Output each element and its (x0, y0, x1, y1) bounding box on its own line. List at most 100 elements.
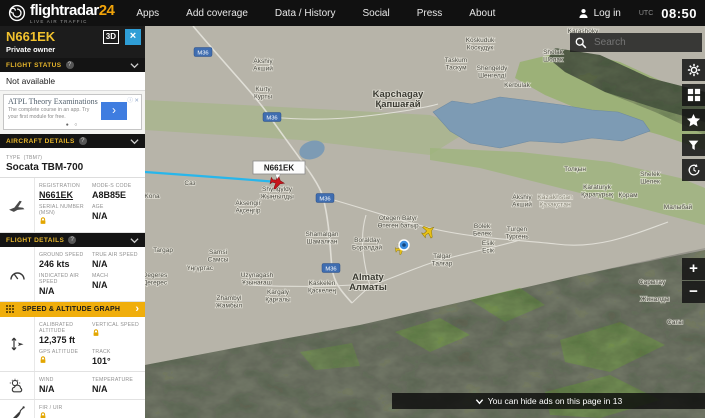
map-place-label: Қазақстан (539, 202, 571, 209)
map-place-label: Aksengir (235, 200, 261, 207)
view-3d-button[interactable]: 3D (103, 30, 119, 44)
antenna-icon (9, 406, 25, 418)
zoom-in-button[interactable]: + (682, 258, 705, 280)
section-aircraft-details[interactable]: AIRCRAFT DETAILS ? (0, 134, 145, 148)
nav-social[interactable]: Social (362, 8, 389, 19)
logo-tagline: LIVE AIR TRAFFIC (30, 19, 114, 24)
speed-fields: GROUND SPEED246 kts TRUE AIR SPEEDN/A IN… (0, 247, 145, 302)
filter-button[interactable] (682, 134, 705, 156)
registration-link[interactable]: N661EK (39, 190, 90, 200)
nav-data-history[interactable]: Data / History (275, 8, 336, 19)
help-icon[interactable]: ? (66, 61, 74, 69)
help-icon[interactable]: ? (68, 236, 76, 244)
map-place-label: Шамалған (306, 239, 337, 246)
map-place-label: Karaturyk (583, 184, 612, 191)
hide-ads-text: You can hide ads on this page in 13 (488, 396, 622, 406)
map-place-label: Дегерес (145, 280, 168, 287)
callout-callsign: N661EK (264, 164, 294, 173)
section-flight-status[interactable]: FLIGHT STATUS ? (0, 58, 145, 72)
flight-panel-header: N661EK Private owner 3D × (0, 26, 145, 58)
map-place-label: Өтеген батыр (377, 222, 419, 230)
lock-icon (39, 217, 47, 225)
radar-spiral-icon (8, 4, 26, 22)
road-badge-label: M36 (197, 50, 208, 56)
hide-ads-notice[interactable]: You can hide ads on this page in 13 (392, 393, 705, 409)
graph-icon (6, 305, 17, 314)
map-place-label: Шелек (640, 179, 660, 186)
terrain (145, 26, 705, 418)
map-place-label: Shelek (640, 171, 661, 178)
lock-icon (92, 329, 100, 337)
map-place-label: Қапшағай (375, 99, 420, 110)
ad-info-icon[interactable]: ⓘ (127, 98, 133, 104)
map-place-label: Samsi (209, 249, 227, 256)
map-place-label: Тургень (505, 234, 529, 241)
speed-altitude-graph-button[interactable]: SPEED & ALTITUDE GRAPH › (0, 302, 145, 317)
fir-fields: FIR / UIR (0, 400, 145, 418)
map-place-label: Bolek (474, 223, 491, 230)
map-place-label: Kaskelen (309, 280, 336, 287)
zoom-out-button[interactable]: − (682, 281, 705, 303)
map-place-label: Саз (184, 180, 195, 187)
lock-icon (39, 356, 47, 364)
map-place-label: Акший (512, 201, 532, 209)
map-place-label: Shengeldy (477, 65, 508, 72)
owner-label: Private owner (6, 45, 139, 54)
playback-button[interactable] (682, 159, 705, 181)
map-place-label: Үңгүртас (187, 265, 214, 272)
bookmarks-button[interactable] (682, 109, 705, 131)
map-place-label: Қаскелең (308, 288, 336, 295)
map-place-label: Белек (473, 231, 491, 238)
close-panel-button[interactable]: × (125, 29, 141, 45)
map-place-label: Боралдай (352, 244, 382, 252)
map-place-label: Kazakhstan (537, 194, 573, 201)
nav-apps[interactable]: Apps (136, 8, 159, 19)
advertisement[interactable]: ATPL Theory Examinations The complete co… (3, 94, 142, 130)
map-place-label: Сарытау (639, 279, 666, 286)
login-button[interactable]: Log in (577, 7, 621, 20)
nav-press[interactable]: Press (417, 8, 443, 19)
search-icon (575, 37, 587, 49)
altitude-fields: CALIBRATED ALTITUDE12,375 ft VERTICAL SP… (0, 317, 145, 372)
logo-text: flightradar24 (30, 3, 114, 18)
map-place-label: Қаратүрық (581, 192, 613, 199)
aircraft-type-name: Socata TBM-700 (6, 162, 139, 173)
map-search[interactable] (570, 33, 702, 52)
nav-add-coverage[interactable]: Add coverage (186, 8, 248, 19)
help-icon[interactable]: ? (79, 137, 87, 145)
playback-clock-icon (687, 163, 701, 177)
map-place-label: Шолак (543, 57, 563, 64)
map-place-label: Жиналды (640, 296, 669, 303)
flightradar24-app: flightradar24 LIVE AIR TRAFFIC Apps Add … (0, 0, 705, 418)
map-place-label: Kerbulak (504, 82, 530, 89)
ad-close-icon[interactable]: ✕ (134, 98, 139, 104)
map-place-label: Шенгелді (478, 72, 506, 80)
airport-marker-dot (402, 243, 406, 247)
top-header: flightradar24 LIVE AIR TRAFFIC Apps Add … (0, 0, 705, 26)
ad-cta-button[interactable]: › (101, 102, 127, 120)
weather-icon (9, 378, 25, 393)
altitude-icon (10, 336, 24, 352)
settings-button[interactable] (682, 59, 705, 81)
map-place-label: Таскум (445, 65, 467, 72)
map-place-label: Ақсеңгір (235, 207, 260, 215)
map-place-label: Akshiy (253, 58, 273, 65)
ad-carousel-dots[interactable]: ● ○ (4, 122, 141, 128)
widgets-button[interactable] (682, 84, 705, 106)
map-place-label: Kona (145, 193, 160, 200)
fr24-logo[interactable]: flightradar24 LIVE AIR TRAFFIC (8, 3, 114, 24)
map-place-label: Turgen (507, 226, 528, 233)
nav-about[interactable]: About (469, 8, 495, 19)
map-canvas[interactable]: M36M36M36M36 AkshiyАкшийKurtyКуртыKapcha… (145, 26, 705, 418)
map-place-label: Самсы (208, 257, 229, 264)
ad-body: The complete course in an app. Try your … (8, 107, 100, 120)
search-input[interactable] (592, 36, 696, 49)
chevron-down-icon (130, 138, 139, 145)
map-place-label: Kargaly (267, 289, 290, 296)
map-place-label: Талғар (432, 261, 453, 268)
airplane-side-icon (8, 199, 26, 212)
map-place-label: Zhambyl (217, 295, 242, 302)
map-place-label: Толқын (564, 166, 586, 173)
grid-icon (687, 88, 701, 102)
section-flight-details[interactable]: FLIGHT DETAILS ? (0, 233, 145, 247)
